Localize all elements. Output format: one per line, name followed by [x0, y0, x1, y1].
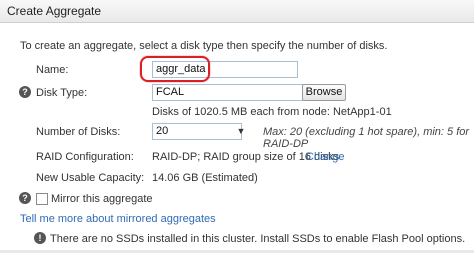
capacity-value: 14.06 GB (Estimated): [152, 172, 258, 184]
num-disks-hint: Max: 20 (excluding 1 hot spare), min: 5 …: [263, 126, 470, 150]
help-icon[interactable]: ?: [19, 86, 31, 98]
num-disks-label: Number of Disks:: [36, 126, 121, 138]
dialog-title-bar: Create Aggregate: [0, 0, 474, 23]
mirror-label: Mirror this aggregate: [51, 193, 153, 205]
mirror-info-link[interactable]: Tell me more about mirrored aggregates: [20, 213, 216, 225]
name-highlight-annotation: [140, 56, 210, 82]
mirror-checkbox[interactable]: [36, 193, 48, 205]
disk-info-text: Disks of 1020.5 MB each from node: NetAp…: [152, 106, 392, 118]
raid-change-link[interactable]: Change: [306, 151, 345, 163]
browse-button[interactable]: Browse: [302, 84, 346, 101]
disk-type-field[interactable]: FCAL: [152, 84, 304, 101]
disk-type-label: Disk Type:: [36, 87, 88, 99]
name-label: Name:: [36, 64, 69, 76]
raid-config-label: RAID Configuration:: [36, 151, 134, 163]
intro-text: To create an aggregate, select a disk ty…: [20, 40, 388, 52]
num-disks-select[interactable]: 20: [152, 123, 242, 140]
help-icon[interactable]: ?: [19, 192, 31, 204]
chevron-down-icon[interactable]: ▼: [234, 124, 248, 139]
capacity-label: New Usable Capacity:: [36, 172, 145, 184]
ssd-notice: There are no SSDs installed in this clus…: [50, 233, 466, 245]
info-icon: !: [34, 232, 46, 244]
dialog-title: Create Aggregate: [7, 4, 102, 18]
